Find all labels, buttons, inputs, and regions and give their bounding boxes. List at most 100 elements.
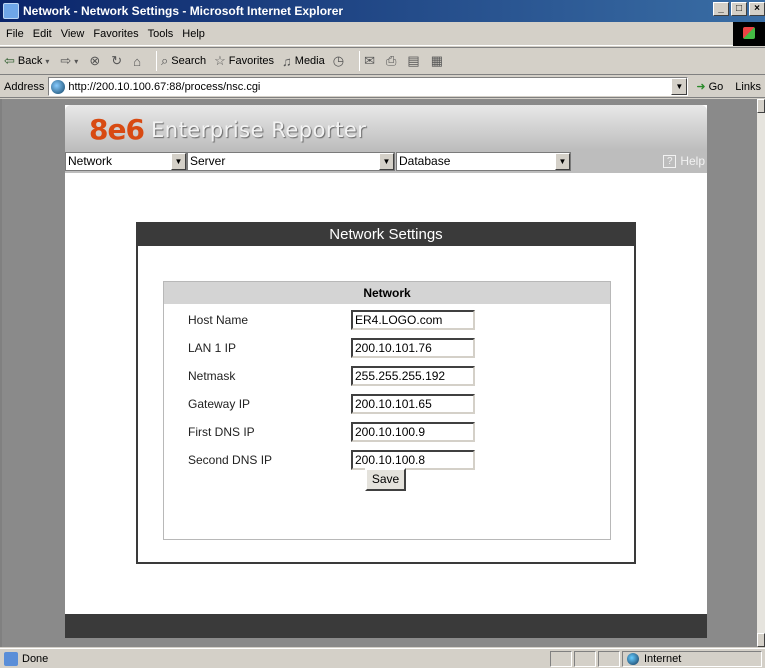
links-button[interactable]: Links	[735, 81, 761, 93]
search-button[interactable]: ⌕ Search	[161, 53, 206, 69]
home-icon: ⌂	[133, 53, 141, 69]
status-bar: Done Internet	[0, 648, 765, 668]
mail-icon: ✉	[364, 53, 375, 68]
history-button[interactable]: ◷	[333, 53, 347, 69]
back-button[interactable]: ⇦ Back ▾	[4, 53, 52, 69]
address-dropdown-icon[interactable]: ▼	[671, 78, 688, 95]
menu-tools[interactable]: Tools	[148, 28, 174, 40]
menu-edit[interactable]: Edit	[33, 28, 52, 40]
forward-arrow-icon: ⇨	[60, 53, 72, 68]
panel-title: Network Settings	[138, 224, 634, 246]
network-section: Network Host Name ER4.LOGO.com LAN 1 IP …	[163, 281, 611, 540]
security-zone: Internet	[622, 651, 762, 667]
lan1-ip-row: LAN 1 IP 200.10.101.76	[188, 338, 475, 358]
scroll-down-arrow[interactable]	[757, 633, 765, 647]
status-cell	[598, 651, 620, 667]
go-button[interactable]: ➜ Go	[696, 80, 723, 94]
app-banner: 8e6 Enterprise Reporter	[65, 105, 707, 150]
stop-icon: ⊗	[89, 53, 101, 68]
address-bar: Address http://200.10.100.67:88/process/…	[0, 76, 765, 98]
field-label: LAN 1 IP	[188, 341, 237, 355]
mail-button[interactable]: ✉	[364, 53, 378, 69]
close-button[interactable]: ×	[749, 2, 765, 16]
minimize-button[interactable]: _	[713, 2, 729, 16]
back-arrow-icon: ⇦	[4, 53, 15, 68]
edit-icon: ▤	[407, 53, 420, 68]
browser-toolbar: ⇦ Back ▾ ⇨ ▾ ⊗ ↻ ⌂ ⌕ Search ☆ Favorites …	[0, 47, 765, 75]
stop-button[interactable]: ⊗	[89, 53, 103, 69]
menu-favorites[interactable]: Favorites	[93, 28, 138, 40]
forward-dropdown-icon: ▾	[74, 56, 79, 66]
address-url: http://200.10.100.67:88/process/nsc.cgi	[68, 80, 261, 93]
back-dropdown-icon: ▾	[45, 56, 50, 66]
field-label: Host Name	[188, 313, 249, 327]
gateway-ip-input[interactable]: 200.10.101.65	[351, 394, 475, 414]
first-dns-ip-row: First DNS IP 200.10.100.9	[188, 422, 475, 442]
internet-globe-icon	[627, 653, 639, 665]
edit-button[interactable]: ▤	[407, 53, 422, 69]
chevron-down-icon: ▼	[555, 153, 570, 170]
network-menu-select[interactable]: Network ▼	[65, 152, 187, 171]
toolbar-separator	[155, 51, 157, 71]
address-label: Address	[4, 80, 45, 93]
menu-bar: File Edit View Favorites Tools Help	[0, 22, 765, 46]
page-icon	[51, 79, 66, 94]
save-button[interactable]: Save	[365, 468, 406, 491]
refresh-button[interactable]: ↻	[111, 53, 125, 69]
menu-file[interactable]: File	[6, 28, 24, 40]
address-input[interactable]: http://200.10.100.67:88/process/nsc.cgi …	[48, 77, 689, 96]
netmask-row: Netmask 255.255.255.192	[188, 366, 475, 386]
server-menu-select[interactable]: Server ▼	[187, 152, 395, 171]
app-footer-bar	[65, 614, 707, 638]
menu-help[interactable]: Help	[182, 28, 205, 40]
page-viewport: 8e6 Enterprise Reporter Network ▼ Server…	[0, 99, 757, 647]
search-icon: ⌕	[160, 53, 169, 68]
status-cell	[574, 651, 596, 667]
gateway-ip-row: Gateway IP 200.10.101.65	[188, 394, 475, 414]
first-dns-ip-input[interactable]: 200.10.100.9	[351, 422, 475, 442]
refresh-icon: ↻	[111, 53, 123, 68]
scroll-up-arrow[interactable]	[757, 99, 765, 113]
window-titlebar: Network - Network Settings - Microsoft I…	[0, 0, 765, 22]
netmask-input[interactable]: 255.255.255.192	[351, 366, 475, 386]
home-button[interactable]: ⌂	[133, 54, 144, 69]
host-name-input[interactable]: ER4.LOGO.com	[351, 310, 475, 330]
brand-logo: 8e6	[89, 113, 145, 146]
status-text: Done	[22, 652, 49, 665]
history-icon: ◷	[332, 53, 345, 68]
media-icon: ♫	[282, 53, 292, 69]
menu-view[interactable]: View	[61, 28, 85, 40]
go-arrow-icon: ➜	[696, 81, 706, 93]
app-navbar: Network ▼ Server ▼ Database ▼ ? Help	[65, 150, 707, 173]
lan1-ip-input[interactable]: 200.10.101.76	[351, 338, 475, 358]
section-title: Network	[164, 282, 610, 304]
field-label: First DNS IP	[188, 425, 255, 439]
print-button[interactable]: ⎙	[386, 53, 399, 69]
windows-logo-icon	[733, 22, 765, 46]
favorites-button[interactable]: ☆ Favorites	[214, 53, 274, 69]
help-icon: ?	[663, 154, 677, 168]
maximize-button[interactable]: □	[731, 2, 747, 16]
discuss-icon: ▦	[430, 53, 443, 68]
page-done-icon	[4, 651, 18, 666]
vertical-scrollbar[interactable]	[757, 99, 765, 647]
chevron-down-icon: ▼	[379, 153, 394, 170]
product-name: Enterprise Reporter	[151, 118, 367, 142]
ie-icon	[3, 3, 19, 19]
media-button[interactable]: ♫ Media	[282, 54, 325, 69]
favorites-icon: ☆	[214, 53, 226, 68]
database-menu-select[interactable]: Database ▼	[396, 152, 571, 171]
window-controls: _ □ ×	[713, 2, 765, 16]
help-link[interactable]: ? Help	[663, 154, 705, 168]
print-icon: ⎙	[386, 53, 397, 68]
field-label: Netmask	[188, 369, 236, 383]
second-dns-ip-input[interactable]: 200.10.100.8	[351, 450, 475, 470]
toolbar-separator	[359, 51, 361, 71]
app-page: 8e6 Enterprise Reporter Network ▼ Server…	[65, 105, 707, 638]
host-name-row: Host Name ER4.LOGO.com	[188, 310, 475, 330]
forward-button[interactable]: ⇨ ▾	[60, 53, 81, 69]
discuss-button[interactable]: ▦	[431, 53, 446, 69]
field-label: Gateway IP	[188, 397, 251, 411]
chevron-down-icon: ▼	[171, 153, 186, 170]
second-dns-ip-row: Second DNS IP 200.10.100.8	[188, 450, 475, 470]
